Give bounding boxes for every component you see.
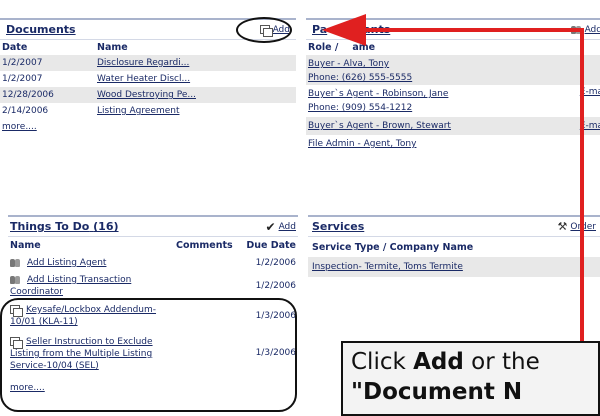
arrow-head xyxy=(322,14,366,46)
callout-text-post: or the xyxy=(463,349,540,375)
callout-text-pre: Click xyxy=(351,349,414,375)
callout-line1: Click Add or the xyxy=(351,347,590,377)
callout-line2: "Document N xyxy=(351,379,523,405)
callout-text-bold: Add xyxy=(413,349,464,375)
instruction-callout: Click Add or the "Document N xyxy=(341,341,600,416)
arrow-line xyxy=(360,28,584,345)
